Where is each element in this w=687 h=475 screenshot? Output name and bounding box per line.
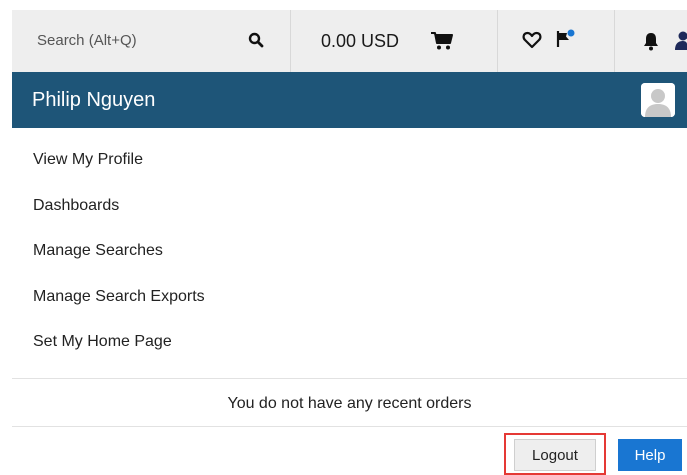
toolbar-divider [497,10,498,72]
flag-icon[interactable] [555,28,577,55]
cart-amount: 0.00 USD [321,31,399,52]
menu-item-dashboards[interactable]: Dashboards [33,197,119,215]
divider [12,426,687,427]
search-icon[interactable] [248,32,264,53]
toolbar-divider [614,10,615,72]
cart-icon[interactable] [430,31,454,56]
top-toolbar: Search (Alt+Q) 0.00 USD [12,10,687,72]
menu-item-set-my-home-page[interactable]: Set My Home Page [33,333,172,351]
divider [12,378,687,379]
recent-orders-message: You do not have any recent orders [12,395,687,413]
menu-item-manage-search-exports[interactable]: Manage Search Exports [33,288,205,306]
search-input[interactable]: Search (Alt+Q) [37,32,137,49]
bell-icon[interactable] [642,31,660,56]
avatar[interactable] [641,83,675,117]
menu-item-view-my-profile[interactable]: View My Profile [33,151,143,169]
cart-button[interactable]: 0.00 USD [291,10,497,72]
heart-icon[interactable] [522,30,542,55]
help-button[interactable]: Help [618,439,682,471]
profile-header: Philip Nguyen [12,72,687,128]
profile-name: Philip Nguyen [32,89,155,112]
user-icon[interactable] [673,31,687,56]
search-box[interactable]: Search (Alt+Q) [12,10,290,72]
menu-item-manage-searches[interactable]: Manage Searches [33,242,163,260]
logout-button[interactable]: Logout [514,439,596,471]
